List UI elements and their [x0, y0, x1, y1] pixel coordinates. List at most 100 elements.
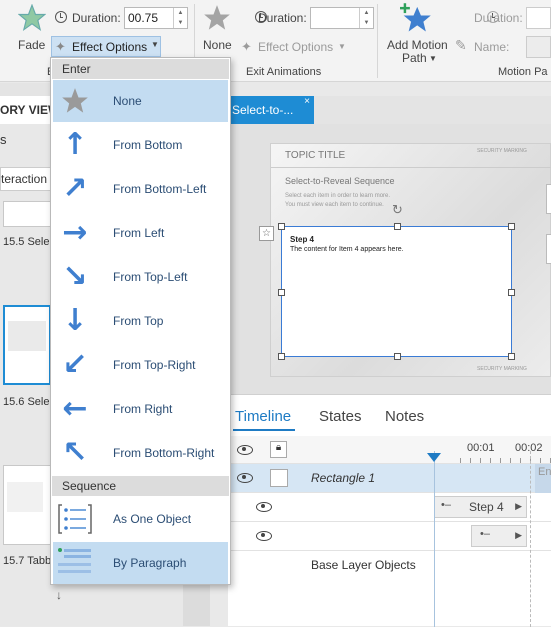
- timeline-bar[interactable]: •– ▶: [471, 525, 527, 547]
- close-icon[interactable]: ×: [304, 96, 310, 107]
- fade-label[interactable]: Fade: [18, 38, 45, 52]
- effect-options-button[interactable]: ✦ Effect Options ▼: [51, 36, 161, 57]
- exit-duration-stepper[interactable]: ▲ ▼: [310, 7, 374, 29]
- star-icon: [62, 88, 88, 113]
- slide-edge-box: [546, 184, 551, 214]
- none-star-icon[interactable]: [203, 4, 231, 32]
- thumb-preview: [7, 482, 43, 512]
- slide-tab[interactable]: Select-to-... ×: [228, 96, 314, 124]
- motion-name-field[interactable]: [526, 36, 551, 58]
- rotate-handle-icon[interactable]: ↻: [392, 202, 403, 218]
- lock-icon[interactable]: 🔒︎: [270, 441, 287, 458]
- exit-effect-options-label[interactable]: Effect Options: [258, 40, 333, 54]
- slide-tab-label: Select-to-...: [232, 103, 294, 117]
- resize-handle[interactable]: [278, 223, 285, 230]
- tab-states[interactable]: States: [319, 408, 362, 425]
- tab-notes[interactable]: Notes: [385, 408, 424, 425]
- timeline-row[interactable]: •– ▶: [228, 522, 551, 551]
- duration-stepper[interactable]: 00.75 ▲ ▼: [124, 7, 188, 29]
- motion-duration-label: Duration:: [474, 11, 523, 25]
- eye-icon[interactable]: [237, 473, 253, 483]
- menu-item-from-top-right[interactable]: ↙ From Top-Right: [53, 344, 228, 386]
- resize-handle[interactable]: [278, 289, 285, 296]
- spin-up-icon[interactable]: ▲: [360, 8, 373, 18]
- spin-down-icon[interactable]: ▼: [174, 18, 187, 28]
- arrow-left-icon: ←: [62, 391, 88, 426]
- playhead-icon[interactable]: [427, 453, 441, 462]
- exit-none-label[interactable]: None: [203, 38, 232, 52]
- thumb-label: 15.5 Selec: [3, 236, 55, 248]
- slide-instructions: You must view each item to continue.: [285, 202, 384, 208]
- menu-item-label: From Bottom-Left: [113, 182, 207, 196]
- menu-item-from-right[interactable]: ← From Right: [53, 388, 228, 430]
- layer-name: Rectangle 1: [311, 471, 376, 485]
- timeline-panel: Timeline States Notes 🔒︎ 00:01 00:02 Rec…: [228, 394, 551, 627]
- title-divider: [271, 167, 551, 168]
- duration-label: Duration:: [72, 11, 121, 25]
- scene-thumbnail-selected[interactable]: [3, 305, 51, 385]
- selected-rectangle[interactable]: Step 4 The content for Item 4 appears he…: [278, 223, 515, 360]
- menu-item-label: None: [113, 94, 142, 108]
- spin-down-icon[interactable]: ▼: [360, 18, 373, 28]
- menu-item-from-bottom-left[interactable]: ↗ From Bottom-Left: [53, 168, 228, 210]
- interaction-dropdown[interactable]: teraction: [0, 167, 52, 191]
- scene-thumbnail[interactable]: [3, 465, 51, 545]
- menu-item-none[interactable]: None: [53, 80, 228, 122]
- arrow-up-right-icon: ↗: [62, 171, 88, 206]
- add-motion-path-icon[interactable]: [400, 2, 432, 34]
- expand-right-icon[interactable]: ▶: [515, 530, 522, 541]
- arrow-down-icon: ↓: [62, 303, 88, 338]
- expand-right-icon[interactable]: ▶: [515, 501, 522, 512]
- clock-icon: [55, 11, 67, 23]
- scene-thumbnail[interactable]: [3, 201, 51, 227]
- animation-star-icon[interactable]: ☆: [259, 226, 274, 241]
- menu-item-label: As One Object: [113, 512, 192, 526]
- one-object-icon: [58, 504, 92, 534]
- menu-item-label: From Top-Right: [113, 358, 196, 372]
- menu-item-from-left[interactable]: → From Left: [53, 212, 228, 254]
- menu-item-label: From Bottom-Right: [113, 446, 215, 460]
- menu-item-label: By Paragraph: [113, 556, 187, 570]
- pencil-icon: ✎: [455, 37, 467, 53]
- effect-options-dropdown: Enter None ↑ From Bottom ↗ From Bottom-L…: [50, 57, 231, 585]
- menu-item-from-bottom[interactable]: ↑ From Bottom: [53, 124, 228, 166]
- resize-handle[interactable]: [508, 353, 515, 360]
- resize-handle[interactable]: [508, 223, 515, 230]
- time-mark: 00:02: [515, 442, 543, 454]
- lock-checkbox[interactable]: [270, 469, 288, 487]
- scroll-down-arrow-icon[interactable]: ↓: [56, 588, 62, 602]
- motion-duration-field[interactable]: [526, 7, 551, 29]
- security-marking: SECURITY MARKING: [477, 366, 527, 372]
- timeline-row-rectangle[interactable]: Rectangle 1 En: [228, 464, 551, 493]
- spin-up-icon[interactable]: ▲: [174, 8, 187, 18]
- timeline-row[interactable]: •– Step 4 ▶: [228, 493, 551, 522]
- add-motion-label[interactable]: Add Motion: [387, 38, 448, 52]
- resize-handle[interactable]: [394, 223, 401, 230]
- fade-star-icon[interactable]: [18, 4, 46, 32]
- thumb-label: 15.7 Tabb: [3, 555, 52, 567]
- path-label[interactable]: Path: [402, 51, 427, 65]
- menu-item-from-top-left[interactable]: ↘ From Top-Left: [53, 256, 228, 298]
- exit-duration-value[interactable]: [311, 8, 359, 28]
- resize-handle[interactable]: [508, 289, 515, 296]
- duration-value[interactable]: 00.75: [125, 8, 173, 28]
- timeline-bar[interactable]: •– Step 4 ▶: [434, 496, 527, 518]
- tab-timeline[interactable]: Timeline: [235, 408, 291, 425]
- menu-item-label: From Top-Left: [113, 270, 188, 284]
- chevron-down-icon: ▼: [338, 42, 346, 51]
- time-mark: 00:01: [467, 442, 495, 454]
- menu-item-by-paragraph[interactable]: By Paragraph: [53, 542, 228, 584]
- resize-handle[interactable]: [394, 353, 401, 360]
- eye-icon[interactable]: [237, 445, 253, 455]
- name-label: Name:: [474, 40, 510, 54]
- menu-item-from-top[interactable]: ↓ From Top: [53, 300, 228, 342]
- menu-item-from-bottom-right[interactable]: ↖ From Bottom-Right: [53, 432, 228, 474]
- slide-edge-box: [546, 234, 551, 264]
- menu-item-as-one-object[interactable]: As One Object: [53, 498, 228, 540]
- eye-icon[interactable]: [256, 531, 272, 541]
- time-ruler: [460, 458, 551, 463]
- resize-handle[interactable]: [278, 353, 285, 360]
- story-view-tab[interactable]: ORY VIEW: [0, 96, 52, 124]
- end-marker-line: [530, 451, 531, 627]
- eye-icon[interactable]: [256, 502, 272, 512]
